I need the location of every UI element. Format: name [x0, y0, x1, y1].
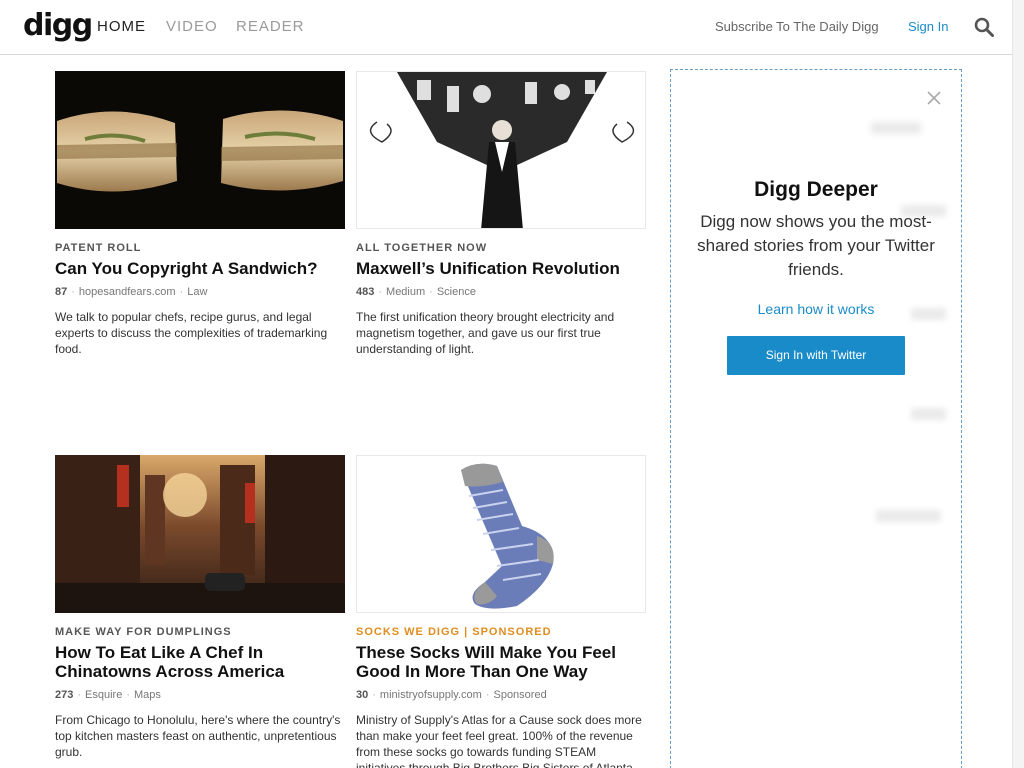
blurred-placeholder [911, 408, 946, 420]
blurred-placeholder [871, 122, 921, 134]
panel-title: Digg Deeper [754, 178, 878, 201]
article-tag[interactable]: Science [437, 286, 476, 298]
article-tag[interactable]: Maps [134, 689, 161, 701]
article-thumbnail-maxwell[interactable] [356, 71, 646, 229]
article-title[interactable]: How To Eat Like A Chef In Chinatowns Acr… [55, 643, 347, 681]
article-thumbnail-sandwich[interactable] [55, 71, 345, 229]
maxwell-illustration [369, 72, 635, 228]
article-description: The first unification theory brought ele… [356, 310, 615, 356]
article-tag[interactable]: Law [187, 286, 207, 298]
article-thumbnail-socks[interactable] [356, 455, 646, 613]
digg-count[interactable]: 273 [55, 689, 73, 701]
article-source[interactable]: Medium [386, 286, 425, 298]
article-meta: 483 · Medium · Science [356, 286, 476, 298]
article-source[interactable]: hopesandfears.com [79, 286, 176, 298]
article-tag[interactable]: Sponsored [493, 689, 546, 701]
sock-image [461, 463, 554, 609]
article-title[interactable]: Maxwell’s Unification Revolution [356, 259, 648, 278]
article-title[interactable]: These Socks Will Make You Feel Good In M… [356, 643, 648, 681]
top-header: digg HOME VIDEO READER Subscribe To The … [0, 0, 1012, 55]
article-card[interactable]: SOCKS WE DIGG | SPONSORED These Socks Wi… [356, 455, 648, 768]
article-title[interactable]: Can You Copyright A Sandwich? [55, 259, 347, 278]
article-source[interactable]: ministryofsupply.com [380, 689, 482, 701]
article-description: We talk to popular chefs, recipe gurus, … [55, 310, 328, 356]
subscribe-daily-digg-link[interactable]: Subscribe To The Daily Digg [715, 19, 879, 35]
article-card[interactable]: PATENT ROLL Can You Copyright A Sandwich… [55, 71, 347, 357]
article-kicker: ALL TOGETHER NOW [356, 242, 488, 254]
article-kicker-sponsored: SOCKS WE DIGG | SPONSORED [356, 626, 552, 638]
digg-count[interactable]: 87 [55, 286, 67, 298]
sandwich-image [57, 110, 343, 192]
search-icon[interactable] [974, 17, 994, 37]
digg-count[interactable]: 30 [356, 689, 368, 701]
article-meta: 30 · ministryofsupply.com · Sponsored [356, 689, 547, 701]
article-card[interactable]: MAKE WAY FOR DUMPLINGS How To Eat Like A… [55, 455, 347, 760]
article-card[interactable]: ALL TOGETHER NOW Maxwell’s Unification R… [356, 71, 648, 357]
article-thumbnail-chinatown[interactable] [55, 455, 345, 613]
nav-home[interactable]: HOME [97, 18, 146, 36]
article-meta: 273 · Esquire · Maps [55, 689, 161, 701]
article-kicker: PATENT ROLL [55, 242, 142, 254]
close-icon[interactable] [926, 90, 942, 106]
article-source[interactable]: Esquire [85, 689, 122, 701]
article-description: Ministry of Supply's Atlas for a Cause s… [356, 713, 642, 768]
article-kicker: MAKE WAY FOR DUMPLINGS [55, 626, 232, 638]
scrollbar[interactable] [1012, 0, 1024, 768]
article-description: From Chicago to Honolulu, here's where t… [55, 713, 341, 759]
digg-deeper-panel: Digg Deeper Digg now shows you the most-… [670, 69, 962, 768]
nav-video[interactable]: VIDEO [166, 18, 218, 36]
learn-how-it-works-link[interactable]: Learn how it works [671, 301, 961, 318]
digg-count[interactable]: 483 [356, 286, 374, 298]
sign-in-with-twitter-button[interactable]: Sign In with Twitter [727, 336, 905, 375]
article-meta: 87 · hopesandfears.com · Law [55, 286, 208, 298]
sign-in-link[interactable]: Sign In [908, 19, 948, 35]
digg-logo[interactable]: digg [23, 11, 93, 41]
nav-reader[interactable]: READER [236, 18, 305, 36]
blurred-placeholder [876, 510, 941, 522]
chinatown-street-image [55, 455, 345, 613]
panel-description: Digg now shows you the most-shared stori… [697, 212, 935, 279]
